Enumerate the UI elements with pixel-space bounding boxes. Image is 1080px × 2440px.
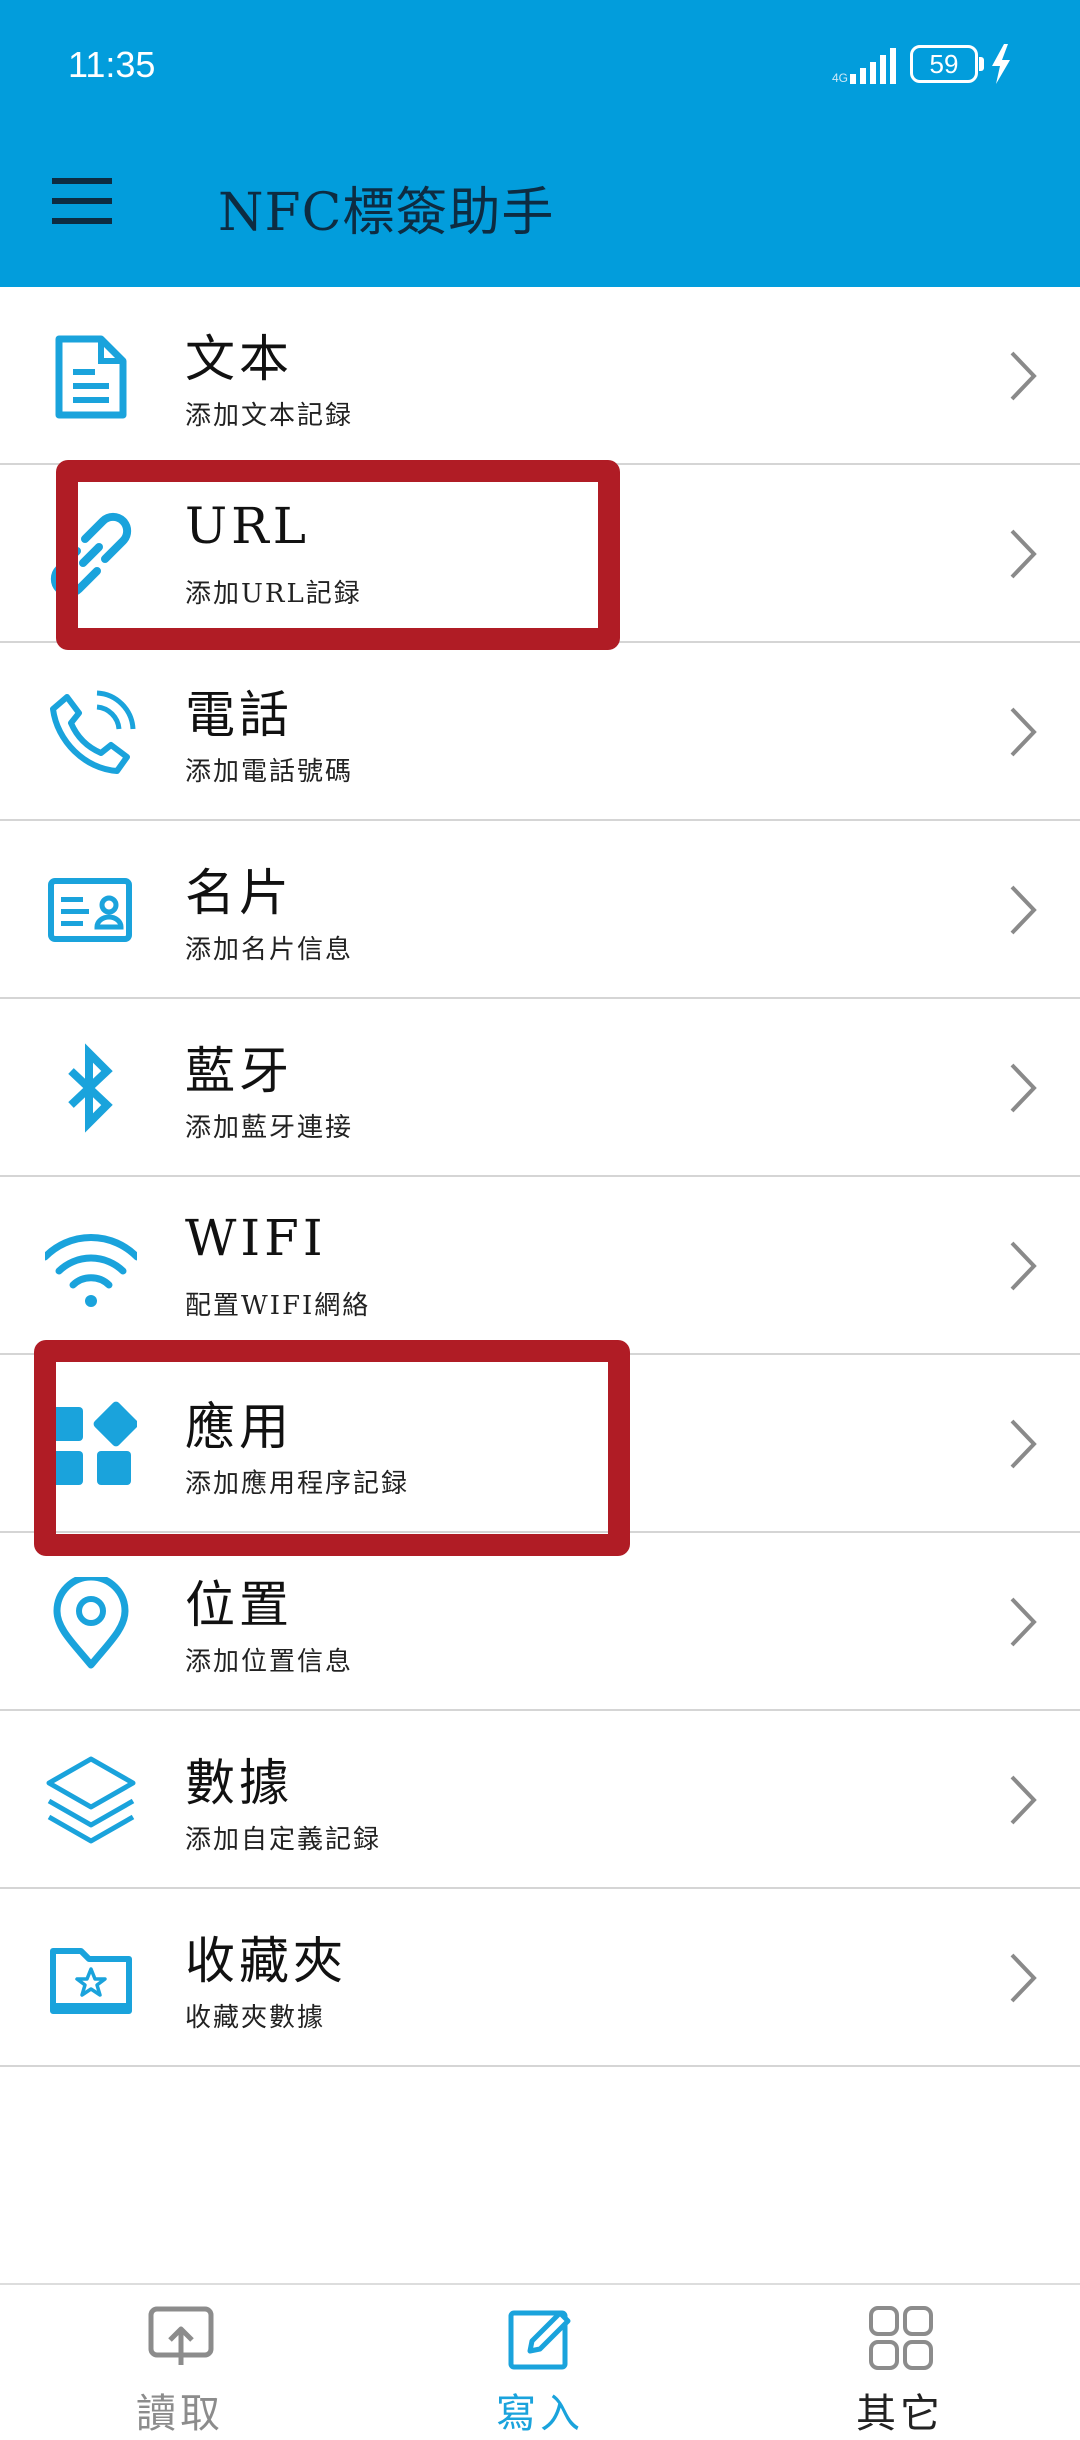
chevron-right-icon [1010, 1775, 1037, 1825]
tab-label: 寫入 [496, 2391, 584, 2437]
apps-icon [49, 1401, 137, 1485]
item-title: 收藏夾 [185, 1932, 347, 1990]
chevron-right-icon [1010, 351, 1037, 401]
record-type-list: 文本 添加文本記録 URL 添加URL記録 電話 添加電話號碼 名片 添加名片信… [0, 287, 1080, 2067]
tab-other[interactable]: 其它 [800, 2285, 1000, 2440]
item-subtitle: 添加位置信息 [185, 1647, 354, 1677]
chevron-right-icon [1010, 885, 1037, 935]
tab-label: 其它 [856, 2391, 944, 2437]
list-item-apps[interactable]: 應用 添加應用程序記録 [0, 1355, 1080, 1533]
list-item-bluetooth[interactable]: 藍牙 添加藍牙連接 [0, 999, 1080, 1177]
list-item-location[interactable]: 位置 添加位置信息 [0, 1533, 1080, 1711]
svg-text:4G: 4G [832, 71, 848, 84]
chevron-right-icon [1010, 1241, 1037, 1291]
item-subtitle: 添加藍牙連接 [185, 1113, 354, 1143]
menu-icon[interactable] [52, 178, 112, 224]
list-item-phone[interactable]: 電話 添加電話號碼 [0, 643, 1080, 821]
write-icon [508, 2310, 571, 2370]
phone-icon [50, 690, 136, 774]
list-item-contact-card[interactable]: 名片 添加名片信息 [0, 821, 1080, 999]
list-item-data[interactable]: 數據 添加自定義記録 [0, 1711, 1080, 1889]
chevron-right-icon [1010, 1419, 1037, 1469]
layers-icon [46, 1756, 136, 1844]
app-title: NFC標簽助手 [218, 183, 555, 243]
item-subtitle: 添加名片信息 [185, 935, 354, 965]
tab-read[interactable]: 讀取 [80, 2285, 280, 2440]
tab-write[interactable]: 寫入 [440, 2285, 640, 2440]
list-item-favorites[interactable]: 收藏夾 收藏夾數據 [0, 1889, 1080, 2067]
item-title: 藍牙 [185, 1042, 293, 1100]
bottom-tab-bar: 讀取 寫入 其它 [0, 2283, 1080, 2440]
item-title: 名片 [185, 864, 293, 922]
chevron-right-icon [1010, 529, 1037, 579]
chevron-right-icon [1010, 707, 1037, 757]
chevron-right-icon [1010, 1597, 1037, 1647]
bluetooth-icon [68, 1043, 113, 1133]
charging-icon [992, 44, 1010, 84]
item-subtitle: 配置WIFI網絡 [185, 1291, 371, 1321]
battery-indicator: 59 [910, 45, 978, 83]
item-subtitle: 收藏夾數據 [185, 2003, 326, 2033]
contact-card-icon [48, 878, 132, 942]
link-icon [50, 512, 132, 598]
item-subtitle: 添加URL記録 [185, 579, 362, 609]
item-subtitle: 添加電話號碼 [185, 757, 354, 787]
chevron-right-icon [1010, 1063, 1037, 1113]
network-signal-icon: 4G [832, 48, 896, 84]
app-bar: 11:35 4G 59 NFC標簽助手 [0, 0, 1080, 287]
item-title: 電話 [185, 686, 293, 744]
grid-icon [869, 2306, 933, 2370]
list-item-text[interactable]: 文本 添加文本記録 [0, 287, 1080, 465]
item-title: 位置 [185, 1576, 293, 1634]
list-item-url[interactable]: URL 添加URL記録 [0, 465, 1080, 643]
item-title: 應用 [185, 1398, 293, 1456]
item-title: 數據 [185, 1754, 293, 1812]
item-subtitle: 添加自定義記録 [185, 1825, 382, 1855]
read-icon [148, 2306, 214, 2365]
item-title: URL [185, 497, 310, 555]
favorites-folder-icon [50, 1948, 132, 2014]
item-subtitle: 添加文本記録 [185, 401, 354, 431]
list-item-wifi[interactable]: WIFI 配置WIFI網絡 [0, 1177, 1080, 1355]
item-title: 文本 [185, 330, 293, 388]
battery-tip [979, 57, 984, 71]
wifi-icon [45, 1234, 137, 1307]
location-pin-icon [53, 1577, 129, 1669]
chevron-right-icon [1010, 1953, 1037, 2003]
tab-label: 讀取 [136, 2391, 224, 2437]
document-icon [55, 335, 127, 419]
item-subtitle: 添加應用程序記録 [185, 1469, 410, 1499]
item-title: WIFI [185, 1209, 327, 1267]
status-time: 11:35 [68, 44, 156, 85]
